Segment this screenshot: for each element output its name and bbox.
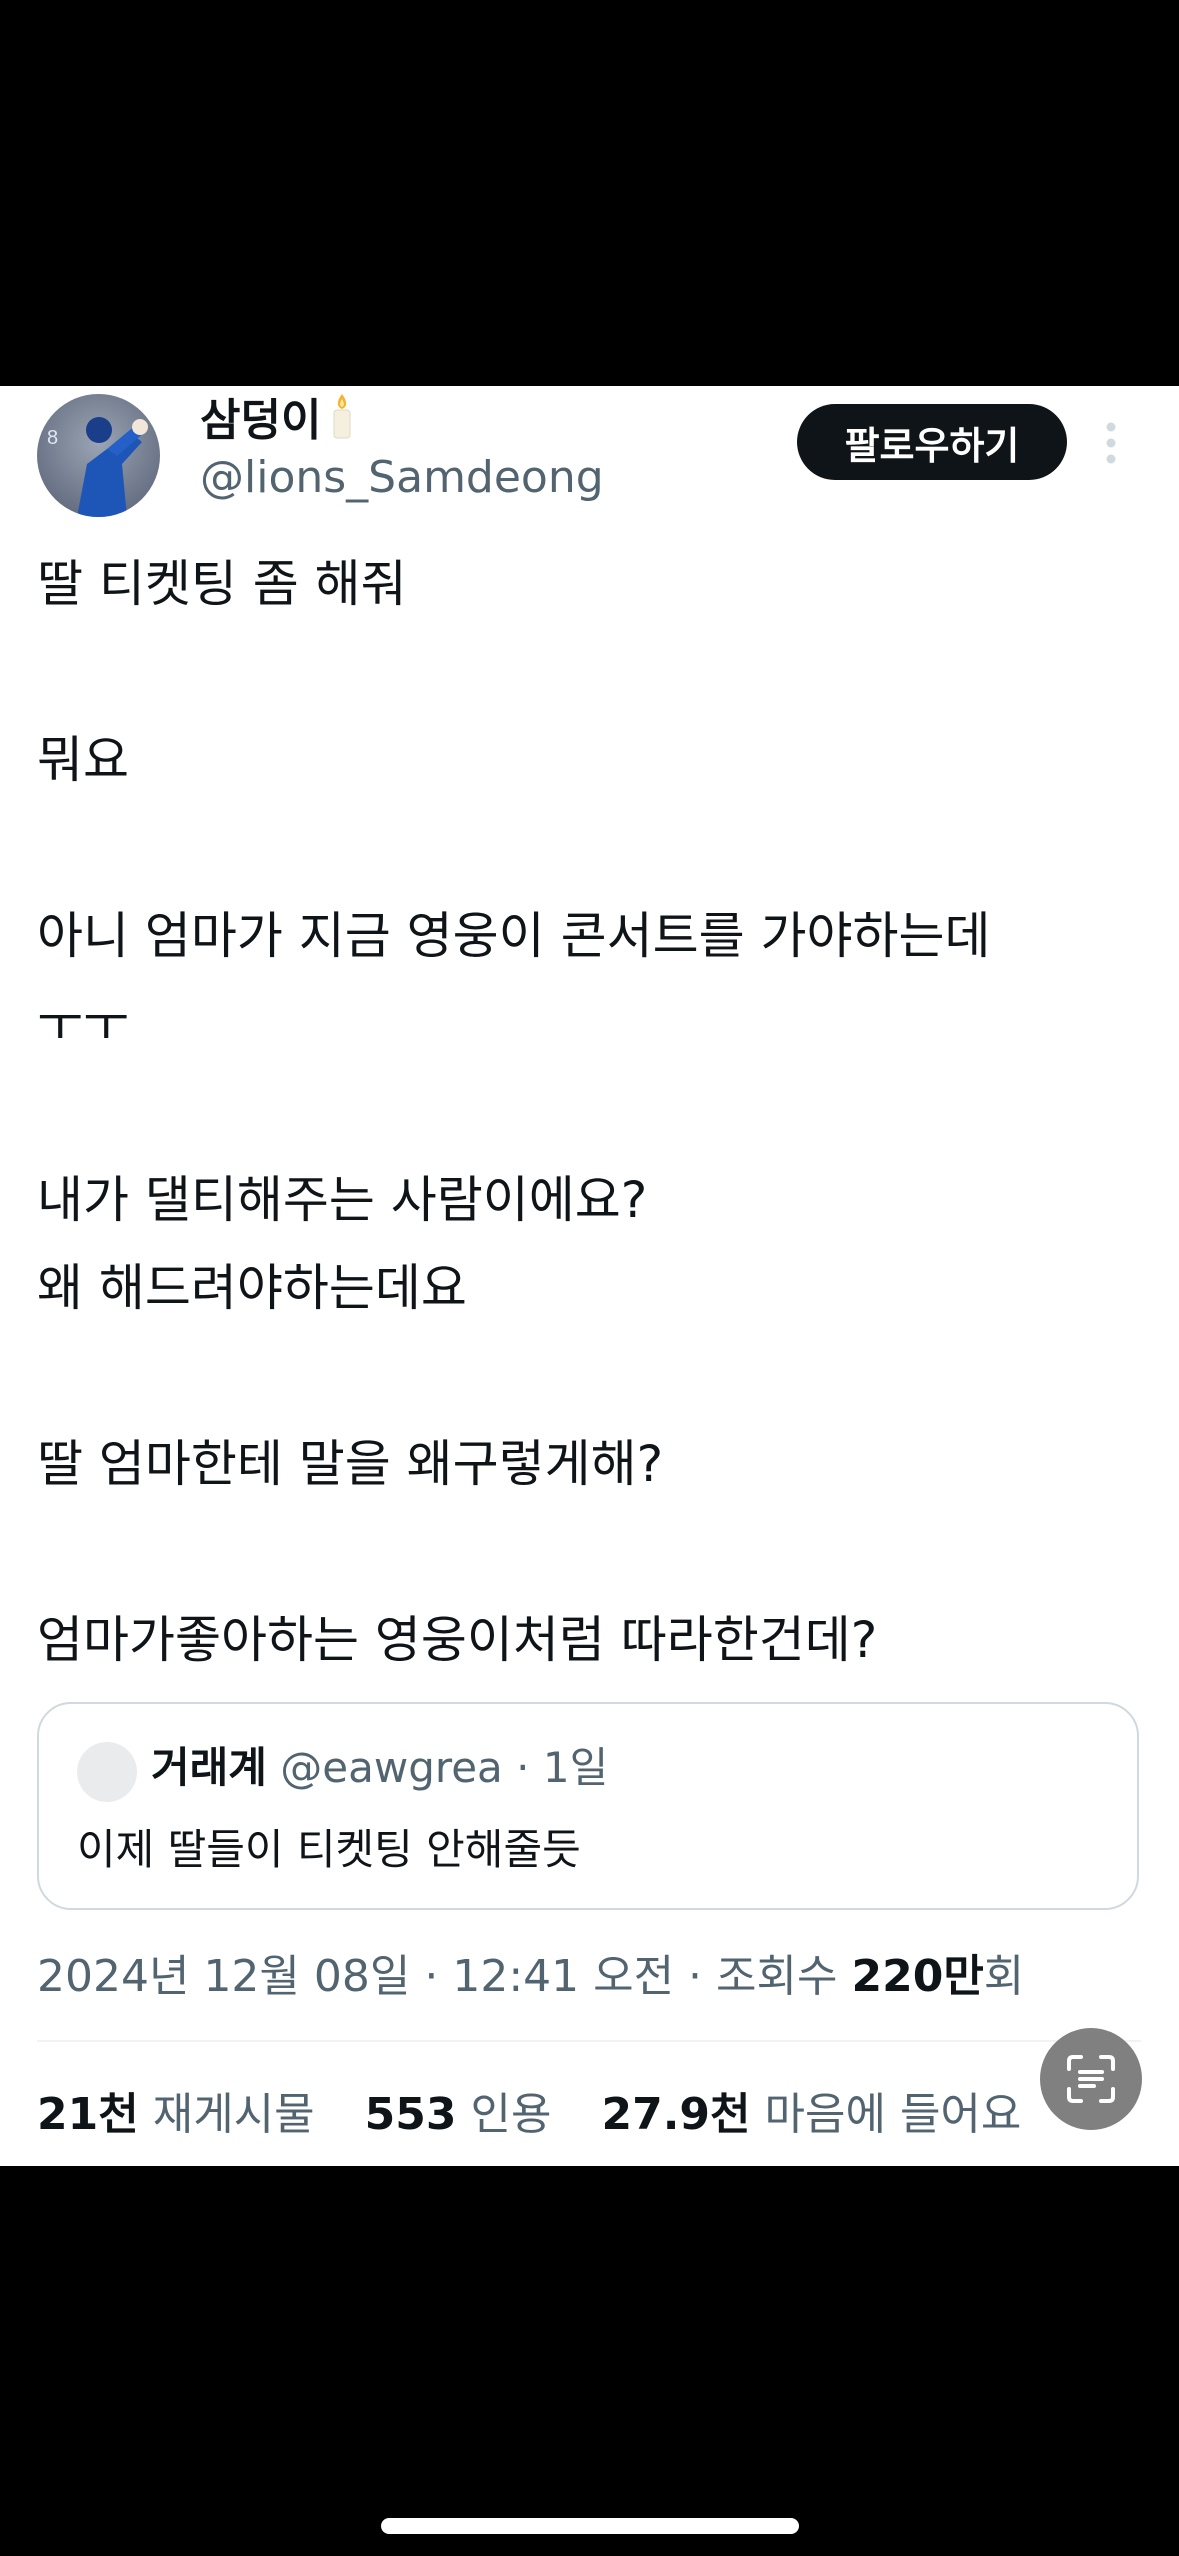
quoted-post-header: 거래계 @eawgrea · 1일 (151, 1738, 608, 1798)
home-indicator[interactable] (381, 2518, 799, 2534)
tweet-sheet: 8 삼덩이 @lions_Samdeong 팔로우하기 딸 티켓팅 좀 해줘 뭐… (0, 386, 1179, 2166)
quotes-count: 553 (364, 2089, 457, 2140)
quotes-stat[interactable]: 553 인용 (365, 2089, 552, 2140)
post-line: 내가 댈티해주는 사람이에요? (37, 1171, 648, 1229)
post-line-gap (37, 1332, 1147, 1420)
quoted-post-text: 이제 딸들이 티켓팅 안해줄듯 (77, 1825, 581, 1874)
likes-stat[interactable]: 27.9천 마음에 들어요 (601, 2089, 1021, 2140)
likes-count: 27.9천 (601, 2089, 751, 2140)
timestamp-text[interactable]: 2024년 12월 08일 · 12:41 오전 · 조회수 (37, 1951, 851, 2002)
post-line: ㅜㅜ (37, 995, 129, 1053)
reposts-stat[interactable]: 21천 재게시물 (37, 2089, 315, 2140)
quoted-post-age: · 1일 (516, 1743, 609, 1792)
likes-label: 마음에 들어요 (764, 2089, 1022, 2140)
views-unit: 회 (983, 1951, 1025, 2002)
post-line: 아니 엄마가 지금 영웅이 콘서트를 가야하는데 (37, 907, 991, 965)
divider (37, 2040, 1141, 2042)
display-name[interactable]: 삼덩이 (200, 392, 357, 454)
quotes-label: 인용 (470, 2089, 552, 2140)
avatar[interactable]: 8 (37, 394, 160, 517)
quoted-post-card[interactable]: 거래계 @eawgrea · 1일 이제 딸들이 티켓팅 안해줄듯 (37, 1702, 1139, 1910)
post-line: 엄마가좋아하는 영웅이처럼 따라한건데? (37, 1611, 878, 1669)
svg-text:8: 8 (47, 427, 58, 449)
post-timestamp: 2024년 12월 08일 · 12:41 오전 · 조회수 220만회 (37, 1946, 1024, 2008)
post-line: 딸 티켓팅 좀 해줘 (37, 555, 407, 613)
engagement-stats: 21천 재게시물 553 인용 27.9천 마음에 들어요 (37, 2084, 1057, 2146)
post-line-gap (37, 1068, 1147, 1156)
post-body: 딸 티켓팅 좀 해줘 뭐요 아니 엄마가 지금 영웅이 콘서트를 가야하는데 ㅜ… (37, 540, 1147, 1684)
reposts-label: 재게시물 (152, 2089, 315, 2140)
scan-text-button[interactable] (1040, 2028, 1142, 2130)
more-vertical-icon[interactable] (1102, 420, 1120, 466)
views-count: 220만 (851, 1951, 984, 2002)
scan-text-icon (1067, 2055, 1115, 2103)
quoted-handle[interactable]: @eawgrea (280, 1743, 503, 1792)
quoted-display-name[interactable]: 거래계 (151, 1743, 267, 1792)
post-line-gap (37, 628, 1147, 716)
post-line: 딸 엄마한테 말을 왜구렇게해? (37, 1435, 664, 1493)
reposts-count: 21천 (37, 2089, 139, 2140)
follow-button[interactable]: 팔로우하기 (797, 404, 1067, 480)
user-handle[interactable]: @lions_Samdeong (200, 450, 604, 506)
candle-icon (327, 392, 357, 454)
post-line: 왜 해드려야하는데요 (37, 1259, 467, 1317)
post-line-gap (37, 804, 1147, 892)
quoted-avatar[interactable] (77, 1742, 137, 1802)
post-line-gap (37, 1508, 1147, 1596)
display-name-text: 삼덩이 (200, 395, 322, 446)
post-line: 뭐요 (37, 731, 129, 789)
